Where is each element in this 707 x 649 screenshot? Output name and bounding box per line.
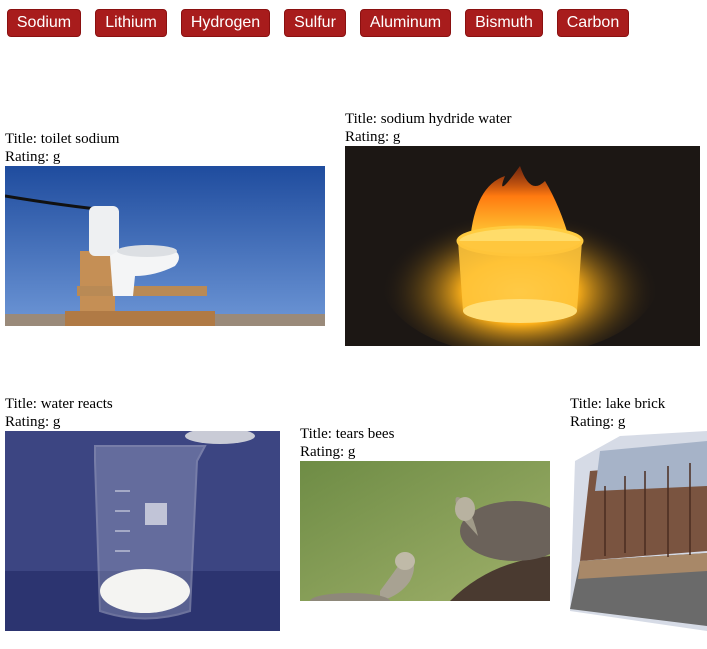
- gif-card: Title: sodium hydride water Rating: g: [345, 110, 700, 346]
- carbon-button[interactable]: Carbon: [557, 9, 629, 37]
- aluminum-button[interactable]: Aluminum: [360, 9, 451, 37]
- gif-card: Title: lake brick Rating: g: [570, 395, 707, 631]
- burning-dish-image: [345, 146, 700, 346]
- bismuth-button[interactable]: Bismuth: [465, 9, 543, 37]
- sodium-button[interactable]: Sodium: [7, 9, 81, 37]
- turtles-image: [300, 461, 550, 601]
- gif-title: Title: lake brick: [570, 396, 666, 412]
- lake-trees-image: [570, 431, 707, 631]
- lithium-button[interactable]: Lithium: [95, 9, 167, 37]
- gif-rating: Rating: g: [570, 414, 626, 430]
- element-button-bar: Sodium Lithium Hydrogen Sulfur Aluminum …: [0, 0, 707, 40]
- gif-title: Title: water reacts: [5, 396, 113, 412]
- sulfur-button[interactable]: Sulfur: [284, 9, 346, 37]
- gif-card: Title: tears bees Rating: g: [300, 425, 550, 601]
- gif-title: Title: tears bees: [300, 426, 395, 442]
- gif-card: Title: water reacts Rating: g: [5, 395, 280, 631]
- toilet-on-wooden-stand-image: [5, 166, 325, 326]
- gif-rating: Rating: g: [5, 149, 61, 165]
- beaker-powder-image: [5, 431, 280, 631]
- hydrogen-button[interactable]: Hydrogen: [181, 9, 270, 37]
- gif-card: Title: toilet sodium Rating: g: [5, 130, 325, 326]
- gif-rating: Rating: g: [5, 414, 61, 430]
- gif-title: Title: sodium hydride water: [345, 111, 512, 127]
- gif-rating: Rating: g: [345, 129, 401, 145]
- gif-rating: Rating: g: [300, 444, 356, 460]
- gif-title: Title: toilet sodium: [5, 131, 120, 147]
